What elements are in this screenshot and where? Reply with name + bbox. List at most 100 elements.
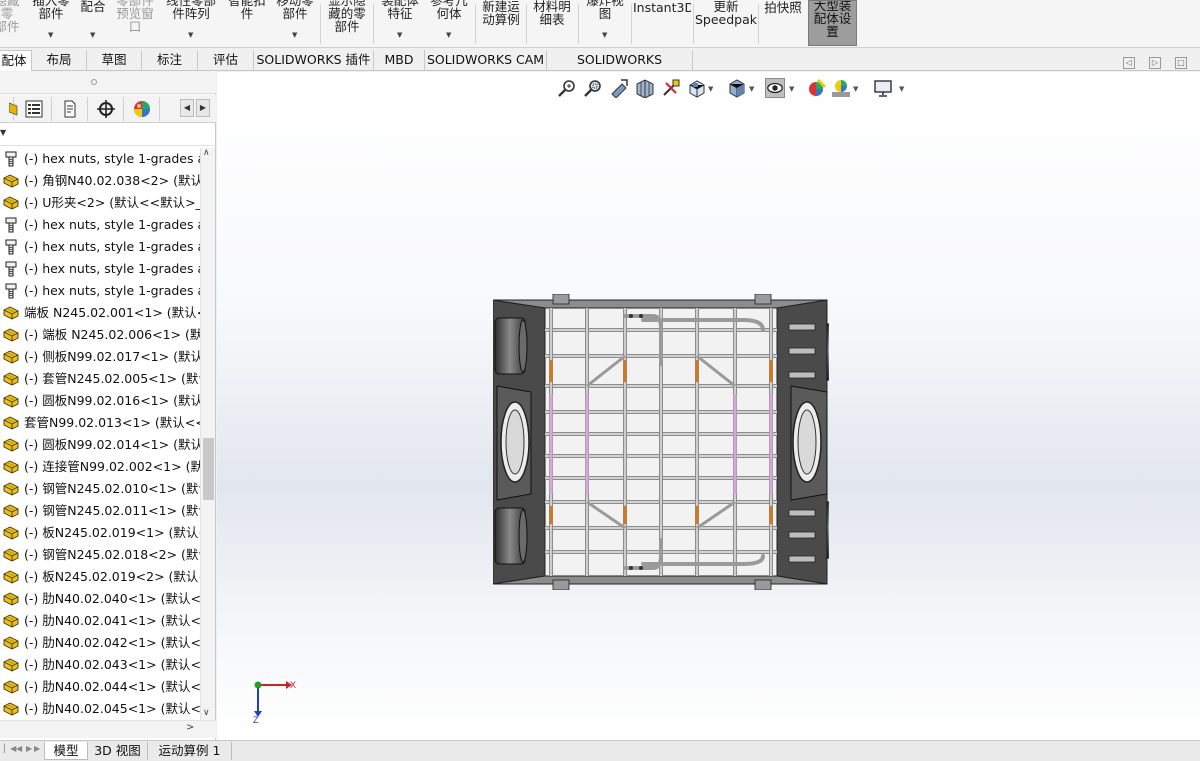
tab-motion-study-1[interactable]: 运动算例 1 — [148, 742, 232, 760]
restore-panel-icon[interactable]: ◁ — [1123, 57, 1135, 69]
edit-appearance-icon[interactable] — [807, 78, 827, 98]
tab-solidworks-addins[interactable]: SOLIDWORKS 插件 — [254, 50, 374, 71]
configuration-manager-tab[interactable] — [52, 97, 88, 121]
chevron-down-icon[interactable]: ▼ — [899, 85, 904, 93]
tree-item[interactable]: 套管N99.02.013<1> (默认<<默 — [0, 412, 200, 434]
view-orientation-icon[interactable] — [687, 78, 707, 98]
scrollbar-thumb[interactable] — [203, 438, 214, 500]
tab-mbd[interactable]: MBD — [374, 50, 425, 71]
assembly-model[interactable] — [493, 294, 829, 590]
dimxpert-manager-tab[interactable] — [88, 97, 124, 121]
tree-item[interactable]: (-) hex nuts, style 1-grades ab — [0, 236, 200, 258]
tab-evaluate[interactable]: 评估 — [198, 50, 254, 71]
tree-item[interactable]: (-) 板N245.02.019<2> (默认<< — [0, 566, 200, 588]
ribbon-button-update-speedpak[interactable]: 更新 Speedpak — [695, 0, 757, 46]
tree-item[interactable]: (-) 肋N40.02.043<1> (默认<<默 — [0, 654, 200, 676]
ribbon-button-bill-of-materials[interactable]: 材料明 细表 — [528, 0, 576, 46]
tree-item[interactable]: (-) 钢管N245.02.010<1> (默认< — [0, 478, 200, 500]
chevron-down-icon[interactable]: ▼ — [446, 29, 451, 42]
tree-item[interactable]: (-) 侧板N99.02.017<1> (默认< — [0, 346, 200, 368]
last-tab-icon[interactable]: ▶ — [34, 744, 42, 756]
tree-item[interactable]: (-) 端板 N245.02.006<1> (默认 — [0, 324, 200, 346]
chevron-down-icon[interactable]: ▼ — [789, 85, 794, 93]
graphics-area[interactable]: ▼ ▼ ▼ ▼ ▼ X Z — [217, 72, 1200, 740]
display-manager-tab[interactable] — [124, 97, 160, 121]
ribbon-button-mate[interactable]: 配合 ▼ — [76, 0, 110, 46]
ribbon-button-exploded-view[interactable]: 爆炸视 图 ▼ — [580, 0, 630, 46]
next-tab-icon[interactable]: ▶ — [26, 744, 34, 756]
ribbon-button-component-preview[interactable]: 零部件 预览窗 口 — [112, 0, 158, 46]
display-style-icon[interactable] — [727, 78, 747, 98]
first-tab-icon[interactable]: ▏◀ — [4, 744, 16, 756]
tree-item[interactable]: (-) 肋N40.02.042<1> (默认<<默 — [0, 632, 200, 654]
previous-tab-icon[interactable]: ◀ — [16, 744, 24, 756]
panel-grip[interactable] — [0, 72, 216, 94]
zoom-to-area-icon[interactable] — [583, 78, 603, 98]
tree-item[interactable]: (-) 肋N40.02.040<1> (默认<<默 — [0, 588, 200, 610]
ribbon-button-insert-components[interactable]: 插入零 部件 ▼ — [26, 0, 76, 46]
chevron-down-icon[interactable]: ▼ — [708, 85, 713, 93]
feature-manager-tab[interactable] — [0, 97, 18, 121]
float-panel-icon[interactable]: □ — [1175, 57, 1187, 69]
tree-vertical-scrollbar[interactable]: ∧ ∨ — [200, 148, 215, 720]
tree-item[interactable]: 端板 N245.02.001<1> (默认<< — [0, 302, 200, 324]
tab-scroll-right-icon[interactable]: ▶ — [196, 99, 210, 117]
tree-item[interactable]: (-) 套管N245.02.005<1> (默认< — [0, 368, 200, 390]
chevron-down-icon[interactable]: ▼ — [602, 29, 607, 42]
tree-item[interactable]: (-) 角钢N40.02.038<2> (默认<< — [0, 170, 200, 192]
tab-assembly[interactable]: 配体 — [0, 50, 32, 71]
section-view-icon[interactable] — [635, 78, 655, 98]
expand-panel-icon[interactable]: ▷ — [1149, 57, 1161, 69]
tab-solidworks-inspection[interactable]: SOLIDWORKS Inspection — [547, 50, 693, 87]
expand-arrow-icon[interactable]: ▼ — [0, 128, 6, 137]
ribbon-button-reference-geometry[interactable]: 参考几 何体 ▼ — [424, 0, 474, 46]
view-settings-monitor-icon[interactable] — [873, 78, 893, 98]
tree-item[interactable]: (-) 板N245.02.019<1> (默认<< — [0, 522, 200, 544]
dynamic-annotation-icon[interactable] — [661, 78, 681, 98]
scroll-up-icon[interactable]: ∧ — [203, 148, 210, 158]
chevron-down-icon[interactable]: ▼ — [292, 29, 297, 42]
tree-item[interactable]: (-) 钢管N245.02.011<1> (默认< — [0, 500, 200, 522]
scroll-down-icon[interactable]: ∨ — [203, 708, 210, 718]
zoom-to-fit-icon[interactable] — [557, 78, 577, 98]
ribbon-button-smart-fasteners[interactable]: 智能扣 件 — [222, 0, 272, 46]
ribbon-button-move-component[interactable]: 移动零 部件 ▼ — [272, 0, 318, 46]
ribbon-button-take-snapshot[interactable]: 拍快照 — [760, 0, 806, 46]
tree-item[interactable]: (-) 圆板N99.02.016<1> (默认< — [0, 390, 200, 412]
tree-item[interactable]: (-) 钢管N245.02.018<2> (默认< — [0, 544, 200, 566]
ribbon-button-assembly-features[interactable]: 装配体 特征 ▼ — [375, 0, 425, 46]
tab-solidworks-cam[interactable]: SOLIDWORKS CAM — [425, 50, 547, 71]
previous-view-icon[interactable] — [609, 78, 629, 98]
tree-item[interactable]: (-) 肋N40.02.045<1> (默认<<默 — [0, 698, 200, 720]
hide-show-items-icon[interactable] — [765, 78, 785, 98]
ribbon-button-show-hidden-components[interactable]: 显示隐 藏的零 部件 — [322, 0, 372, 46]
chevron-down-icon[interactable]: ▼ — [749, 85, 754, 93]
tab-model[interactable]: 模型 — [44, 742, 88, 760]
tree-item[interactable]: (-) 圆板N99.02.014<1> (默认< — [0, 434, 200, 456]
apply-scene-icon[interactable] — [831, 78, 851, 98]
tab-layout[interactable]: 布局 — [32, 50, 87, 71]
ribbon-button-large-assembly-settings[interactable]: 大型装 配体设 置 — [808, 0, 857, 46]
tree-horizontal-scrollbar[interactable]: > — [0, 720, 216, 738]
tab-3d-views[interactable]: 3D 视图 — [88, 742, 148, 760]
tree-item[interactable]: (-) hex nuts, style 1-grades ab — [0, 258, 200, 280]
tree-item[interactable]: (-) 肋N40.02.044<1> (默认<<默 — [0, 676, 200, 698]
tree-item[interactable]: (-) hex nuts, style 1-grades ab — [0, 148, 200, 170]
property-manager-tab[interactable] — [16, 97, 52, 121]
tree-item[interactable]: (-) U形夹<2> (默认<<默认>_显 — [0, 192, 200, 214]
ribbon-button-hide-components[interactable]: 隐藏零 部件 — [0, 0, 22, 46]
tab-scroll-left-icon[interactable]: ◀ — [180, 99, 194, 117]
tab-markup[interactable]: 标注 — [142, 50, 198, 71]
chevron-down-icon[interactable]: ▼ — [48, 29, 53, 42]
tree-item[interactable]: (-) hex nuts, style 1-grades ab — [0, 214, 200, 236]
ribbon-button-instant3d[interactable]: Instant3D — [633, 0, 691, 46]
ribbon-button-new-motion-study[interactable]: 新建运 动算例 — [477, 0, 525, 46]
chevron-down-icon[interactable]: ▼ — [397, 29, 402, 42]
chevron-down-icon[interactable]: ▼ — [188, 29, 193, 42]
tree-item[interactable]: (-) 肋N40.02.041<1> (默认<<默 — [0, 610, 200, 632]
chevron-down-icon[interactable]: ▼ — [90, 29, 95, 42]
tree-item[interactable]: (-) hex nuts, style 1-grades ab — [0, 280, 200, 302]
tab-sketch[interactable]: 草图 — [87, 50, 142, 71]
tree-item[interactable]: (-) 连接管N99.02.002<1> (默认 — [0, 456, 200, 478]
ribbon-button-linear-pattern[interactable]: 线性零部 件阵列 ▼ — [160, 0, 222, 46]
